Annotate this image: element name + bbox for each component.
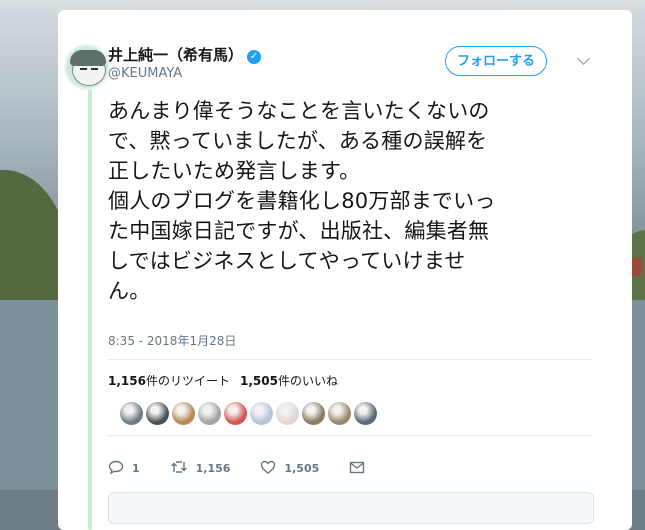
author-name-row[interactable]: 井上純一（希有馬） ✓ — [108, 44, 262, 65]
liker-avatar[interactable] — [276, 402, 299, 425]
retweet-icon — [170, 460, 188, 477]
follow-button[interactable]: フォローする — [445, 46, 547, 76]
tweet-text-line: た中国嫁日記ですが、出版社、編集者無 — [108, 219, 490, 243]
liker-avatar[interactable] — [328, 402, 351, 425]
reply-count: 1 — [132, 462, 140, 475]
avatar[interactable] — [64, 44, 110, 90]
tweet-text-line: 個人のブログを書籍化し80万部までいっ — [108, 189, 496, 213]
author-name[interactable]: 井上純一（希有馬） — [108, 46, 243, 64]
reply-button[interactable]: 1 — [108, 460, 140, 477]
verified-badge-icon: ✓ — [247, 50, 262, 64]
tweet-text: あんまり偉そうなことを言いたくないの で、黙っていましたが、ある種の誤解を 正し… — [108, 96, 598, 306]
tweet-text-line: で、黙っていましたが、ある種の誤解を — [108, 129, 488, 153]
liker-avatar[interactable] — [302, 402, 325, 425]
reply-input-box[interactable] — [108, 492, 594, 524]
tweet-text-line: あんまり偉そうなことを言いたくないの — [108, 99, 490, 123]
liker-avatar[interactable] — [250, 402, 273, 425]
avatar-hair — [70, 50, 106, 66]
direct-message-button[interactable] — [349, 461, 373, 477]
like-button[interactable]: 1,505 — [260, 460, 319, 477]
liker-avatar[interactable] — [146, 402, 169, 425]
retweet-button[interactable]: 1,156 — [170, 460, 231, 477]
liker-avatar[interactable] — [172, 402, 195, 425]
liker-avatar[interactable] — [224, 402, 247, 425]
retweet-count: 1,156 — [108, 374, 146, 388]
liker-avatar[interactable] — [354, 402, 377, 425]
tweet-actions: 1 1,156 1,505 — [108, 460, 403, 477]
avatar-eye-left — [80, 68, 87, 70]
like-stat-label: 件のいいね — [277, 374, 338, 388]
likers-avatar-row — [120, 402, 377, 425]
like-action-count: 1,505 — [284, 462, 320, 475]
heart-icon — [260, 460, 276, 477]
reply-icon — [108, 460, 124, 477]
retweet-stat[interactable]: 1,156件のリツイート — [108, 374, 230, 388]
divider — [108, 359, 592, 360]
liker-avatar[interactable] — [120, 402, 143, 425]
retweet-stat-label: 件のリツイート — [145, 374, 230, 388]
tweet-text-line: しではビジネスとしてやっていけませ — [108, 249, 466, 273]
engagement-stats: 1,156件のリツイート 1,505件のいいね — [108, 372, 338, 389]
tweet-text-line: 正したいため発言します。 — [108, 159, 361, 183]
tweet-text-line: ん。 — [108, 279, 151, 303]
like-count: 1,505 — [239, 374, 278, 388]
author-handle[interactable]: @KEUMAYA — [108, 66, 182, 81]
divider — [108, 435, 592, 436]
chevron-down-icon[interactable] — [577, 52, 590, 65]
envelope-icon — [349, 461, 365, 477]
liker-avatar[interactable] — [198, 402, 221, 425]
tweet-timestamp[interactable]: 8:35 - 2018年1月28日 — [108, 332, 236, 349]
thread-line — [88, 80, 92, 530]
retweet-action-count: 1,156 — [195, 462, 231, 475]
like-stat[interactable]: 1,505件のいいね — [240, 374, 338, 388]
tweet-card: 井上純一（希有馬） ✓ @KEUMAYA フォローする あんまり偉そうなことを言い… — [58, 10, 632, 530]
avatar-eye-right — [91, 68, 98, 70]
